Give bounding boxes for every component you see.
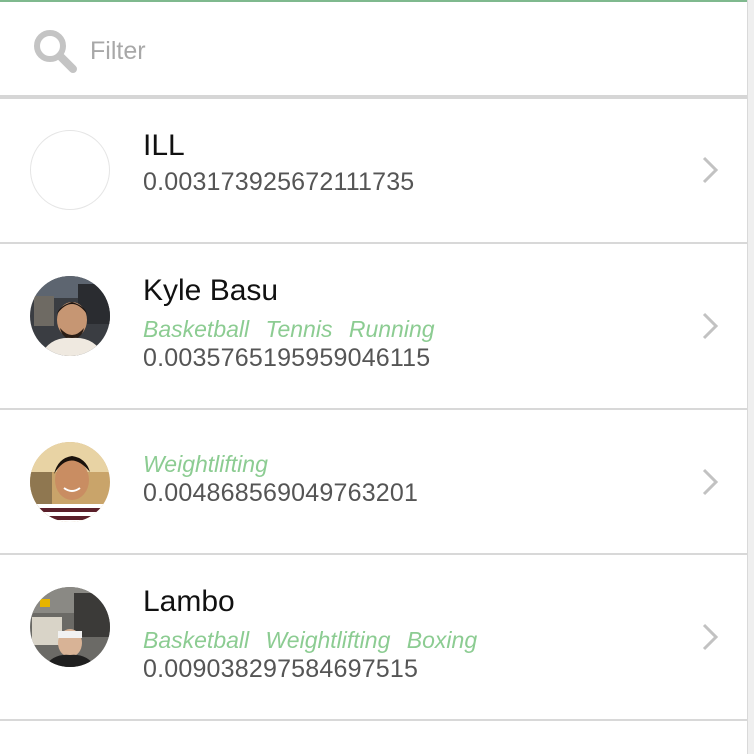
- tag: Weightlifting: [143, 451, 268, 477]
- avatar: [30, 587, 110, 667]
- user-name: ILL: [143, 129, 185, 162]
- tag: Boxing: [406, 627, 478, 653]
- filter-input[interactable]: [90, 30, 690, 72]
- user-score: 0.004868569049763201: [143, 479, 419, 507]
- right-edge: [747, 0, 754, 754]
- chevron-right-icon: [702, 156, 719, 184]
- list-item[interactable]: ILL 0.003173925672111735: [0, 99, 747, 244]
- user-name: Lambo: [143, 585, 235, 618]
- user-name: Kyle Basu: [143, 274, 279, 307]
- search-icon: [34, 30, 77, 73]
- user-score: 0.009038297584697515: [143, 655, 419, 683]
- avatar: [30, 276, 110, 356]
- tag: Basketball: [143, 316, 250, 342]
- filter-bar: [0, 2, 747, 99]
- user-tags: Basketball Weightlifting Boxing: [143, 627, 487, 654]
- user-score: 0.0035765195959046115: [143, 344, 431, 372]
- avatar: [30, 442, 110, 522]
- tag: Basketball: [143, 627, 250, 653]
- chevron-right-icon: [702, 312, 719, 340]
- list-item[interactable]: Weightlifting 0.004868569049763201: [0, 410, 747, 555]
- chevron-right-icon: [702, 468, 719, 496]
- list-item[interactable]: Lambo Basketball Weightlifting Boxing 0.…: [0, 555, 747, 721]
- tag: Running: [348, 316, 435, 342]
- user-tags: Weightlifting: [143, 451, 278, 478]
- tag: Tennis: [265, 316, 333, 342]
- user-tags: Basketball Tennis Running: [143, 316, 445, 343]
- tag: Weightlifting: [265, 627, 391, 653]
- list-item[interactable]: Kyle Basu Basketball Tennis Running 0.00…: [0, 244, 747, 410]
- user-score: 0.003173925672111735: [143, 168, 415, 196]
- avatar: [30, 130, 110, 210]
- chevron-right-icon: [702, 623, 719, 651]
